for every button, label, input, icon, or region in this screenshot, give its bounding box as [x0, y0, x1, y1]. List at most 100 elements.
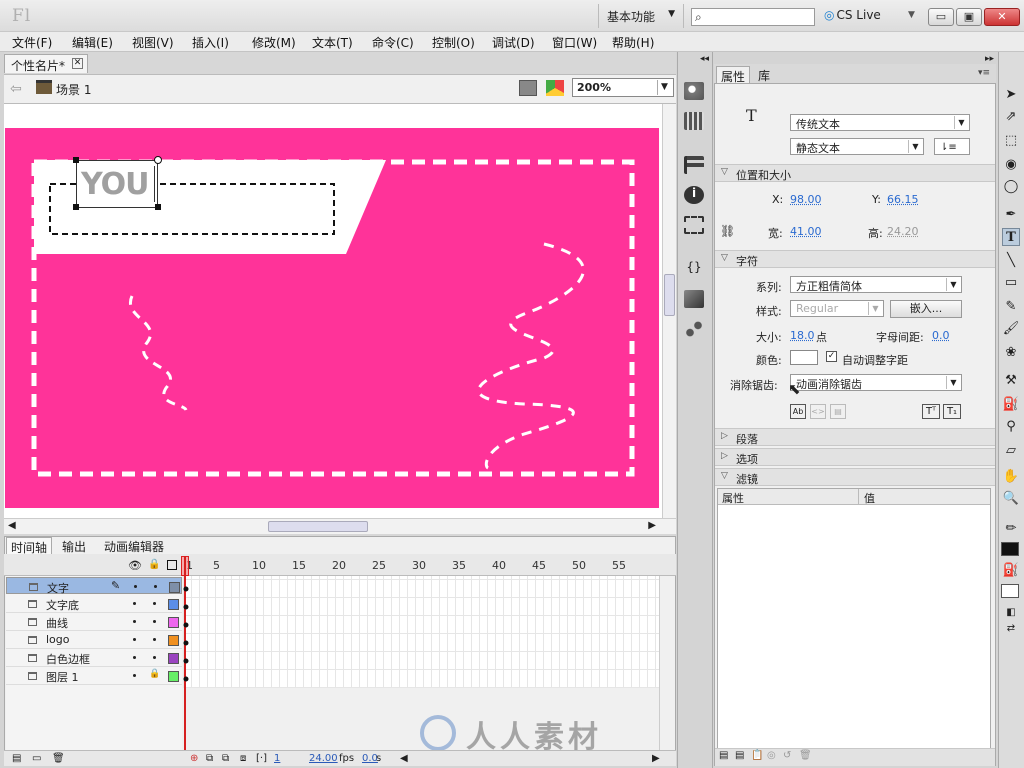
- menu-control[interactable]: 控制(O): [432, 34, 475, 51]
- layer-color-swatch[interactable]: [169, 582, 180, 593]
- zoom-tool-icon[interactable]: 🔍: [1002, 490, 1020, 508]
- scene-label[interactable]: 场景 1: [56, 81, 91, 98]
- layer-color-swatch[interactable]: [168, 671, 179, 682]
- preset-icon[interactable]: ▤: [735, 750, 744, 761]
- cs-live-button[interactable]: ◎ CS Live: [824, 8, 881, 22]
- color-palette-icon[interactable]: [684, 82, 704, 100]
- free-transform-tool-icon[interactable]: ⬚: [1002, 132, 1020, 150]
- section-filters[interactable]: ▽ 滤镜: [715, 468, 995, 486]
- menu-modify[interactable]: 修改(M): [252, 34, 296, 51]
- layer-row[interactable]: 图层 1 🔒: [6, 667, 182, 685]
- lock-icon[interactable]: 🔒: [148, 559, 160, 570]
- collapse-icon[interactable]: ◂◂: [700, 54, 709, 64]
- text-orientation-select[interactable]: ⇂≡: [934, 138, 970, 155]
- text-tool-icon[interactable]: T: [1002, 228, 1020, 246]
- scroll-left-icon[interactable]: ◀: [400, 753, 408, 764]
- tab-library[interactable]: 库: [754, 66, 774, 83]
- stage-viewport[interactable]: YOU: [4, 104, 662, 518]
- components-icon[interactable]: [684, 290, 704, 308]
- edit-scene-icon[interactable]: [519, 80, 537, 96]
- transform-handle[interactable]: [73, 204, 79, 210]
- onion-outline-icon[interactable]: ⧉: [222, 753, 229, 764]
- outline-icon[interactable]: [167, 560, 177, 570]
- layer-color-swatch[interactable]: [168, 617, 179, 628]
- eye-icon[interactable]: 👁: [128, 559, 142, 572]
- section-position-size[interactable]: ▽ 位置和大小: [715, 164, 995, 182]
- frame-rate[interactable]: 24.00: [309, 753, 338, 764]
- stage-horizontal-scrollbar[interactable]: ◀ ▶: [4, 518, 676, 534]
- deco-tool-icon[interactable]: ❀: [1002, 344, 1020, 362]
- rectangle-tool-icon[interactable]: ▭: [1002, 274, 1020, 292]
- new-folder-icon[interactable]: ▭: [32, 753, 41, 764]
- zoom-select[interactable]: 200% ▼: [572, 78, 674, 97]
- subscript-icon[interactable]: T₁: [943, 404, 961, 419]
- text-color-swatch[interactable]: [790, 350, 818, 365]
- layer-row[interactable]: 白色边框: [6, 649, 182, 667]
- transform-handle[interactable]: [155, 204, 161, 210]
- help-search-input[interactable]: ⌕: [691, 8, 815, 26]
- center-frame-icon[interactable]: ⊕: [190, 753, 198, 764]
- code-snippets-icon[interactable]: {}: [684, 260, 704, 278]
- hand-tool-icon[interactable]: ✋: [1002, 468, 1020, 486]
- motion-presets-icon[interactable]: [684, 320, 704, 338]
- menu-help[interactable]: 帮助(H): [612, 34, 654, 51]
- menu-view[interactable]: 视图(V): [132, 34, 174, 51]
- embed-button[interactable]: 嵌入...: [890, 300, 962, 318]
- frame-grid[interactable]: [183, 576, 659, 688]
- pen-tool-icon[interactable]: ✒: [1002, 206, 1020, 224]
- close-button[interactable]: ✕: [984, 8, 1020, 26]
- letter-spacing-value[interactable]: 0.0: [932, 329, 950, 342]
- add-filter-icon[interactable]: ▤: [719, 750, 728, 761]
- layer-color-swatch[interactable]: [168, 599, 179, 610]
- section-options[interactable]: ▷ 选项: [715, 448, 995, 466]
- superscript-icon[interactable]: Tᵀ: [922, 404, 940, 419]
- line-tool-icon[interactable]: ╲: [1002, 252, 1020, 270]
- stage-vertical-scrollbar[interactable]: [662, 104, 676, 518]
- tab-output[interactable]: 输出: [58, 537, 90, 554]
- pencil-tool-icon[interactable]: ✎: [1002, 298, 1020, 316]
- chevron-down-icon[interactable]: ▼: [908, 10, 915, 20]
- info-icon[interactable]: i: [684, 186, 704, 204]
- edit-multiple-frames-icon[interactable]: ⧈: [240, 753, 246, 764]
- expand-icon[interactable]: ▸▸: [985, 54, 994, 64]
- text-type-select[interactable]: 静态文本 ▼: [790, 138, 924, 155]
- new-layer-icon[interactable]: ▤: [12, 753, 21, 764]
- text-engine-select[interactable]: 传统文本 ▼: [790, 114, 970, 131]
- selection-tool-icon[interactable]: ➤: [1002, 86, 1020, 104]
- font-size-value[interactable]: 18.0: [790, 329, 815, 342]
- subselection-tool-icon[interactable]: ⇗: [1002, 108, 1020, 126]
- scroll-right-icon[interactable]: ▶: [648, 520, 656, 531]
- bone-tool-icon[interactable]: ⚒: [1002, 372, 1020, 390]
- trash-icon[interactable]: 🗑: [52, 753, 65, 764]
- fill-color-icon[interactable]: ⛽: [1002, 562, 1020, 580]
- lasso-tool-icon[interactable]: ◯: [1002, 178, 1020, 196]
- layer-row[interactable]: logo: [6, 631, 182, 649]
- font-family-select[interactable]: 方正粗倩简体 ▼: [790, 276, 962, 293]
- link-icon[interactable]: ⛓: [720, 224, 735, 238]
- tab-motion-editor[interactable]: 动画编辑器: [100, 537, 168, 554]
- minimize-button[interactable]: ▭: [928, 8, 954, 26]
- scroll-left-icon[interactable]: ◀: [8, 520, 16, 531]
- onion-skin-icon[interactable]: ⧉: [206, 753, 213, 764]
- tab-properties[interactable]: 属性: [716, 66, 751, 84]
- clipboard-icon[interactable]: 📋: [751, 750, 763, 761]
- fill-color-swatch[interactable]: [1001, 584, 1019, 598]
- align-icon[interactable]: [684, 156, 704, 174]
- stroke-color-icon[interactable]: ✏: [1002, 520, 1020, 538]
- close-icon[interactable]: ✕: [72, 58, 83, 69]
- stroke-color-swatch[interactable]: [1001, 542, 1019, 556]
- layer-row[interactable]: 曲线: [6, 613, 182, 631]
- tab-timeline[interactable]: 时间轴: [6, 537, 53, 555]
- document-tab[interactable]: 个性名片* ✕: [4, 54, 88, 73]
- menu-insert[interactable]: 插入(I): [192, 34, 229, 51]
- layer-row[interactable]: 文字 ✎: [6, 577, 182, 595]
- maximize-button[interactable]: ▣: [956, 8, 982, 26]
- y-value[interactable]: 66.15: [887, 193, 919, 206]
- layer-color-swatch[interactable]: [168, 635, 179, 646]
- workspace-switcher[interactable]: 基本功能 ▼: [598, 4, 684, 28]
- resize-handle[interactable]: [154, 156, 162, 164]
- current-frame[interactable]: 1: [274, 753, 280, 764]
- scroll-thumb[interactable]: [268, 521, 368, 532]
- section-character[interactable]: ▽ 字符: [715, 250, 995, 268]
- eyedropper-tool-icon[interactable]: ⚲: [1002, 418, 1020, 436]
